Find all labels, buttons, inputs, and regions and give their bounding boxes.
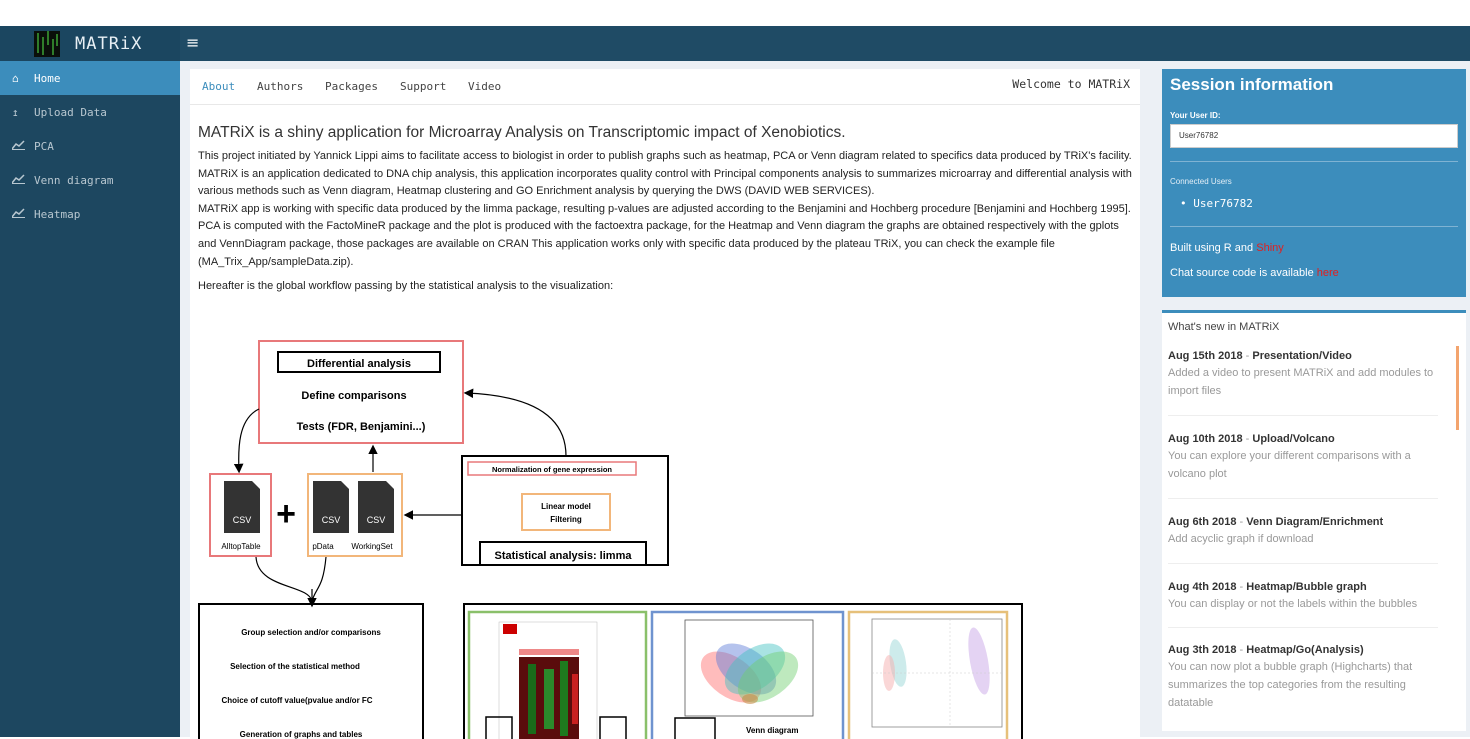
generation-label: Generation of graphs and tables	[240, 730, 363, 739]
venn-diagram-label: Venn diagram	[746, 726, 798, 735]
tab-authors[interactable]: Authors	[257, 80, 303, 93]
home-icon: ⌂	[12, 71, 19, 85]
sidebar-item-pca[interactable]: PCA	[0, 129, 180, 163]
connected-user-item: • User76782	[1180, 197, 1253, 210]
session-title: Session information	[1170, 75, 1334, 94]
line-chart-icon	[11, 207, 26, 221]
group-selection-label: Group selection and/or comparisons	[241, 628, 381, 637]
csv-file-icon: CSV	[224, 481, 260, 533]
file-label-pdata: pData	[312, 542, 334, 551]
about-paragraph: MATRiX app is working with specific data…	[198, 202, 1131, 268]
tab-bar: About Authors Packages Support Video Wel…	[190, 69, 1140, 105]
file-label-alltoptable: AlltopTable	[221, 542, 261, 551]
svg-text:CSV: CSV	[233, 515, 252, 525]
logo-area[interactable]: MATRiX	[0, 26, 180, 61]
whats-new-panel: What's new in MATRiX Aug 15th 2018 - Pre…	[1162, 310, 1466, 731]
about-paragraph: MATRiX is an application dedicated to DN…	[198, 167, 1132, 198]
scrollbar-thumb[interactable]	[1456, 346, 1459, 430]
filtering-label: Filtering	[550, 515, 582, 524]
session-information-box: Session information Your User ID: User76…	[1162, 69, 1466, 297]
sidebar-item-label: Venn diagram	[34, 173, 114, 187]
svg-text:CSV: CSV	[367, 515, 386, 525]
svg-text:CSV: CSV	[322, 515, 341, 525]
shiny-link[interactable]: Shiny	[1256, 242, 1284, 254]
user-id-label: Your User ID:	[1170, 111, 1221, 120]
hamburger-icon[interactable]: ≡	[186, 33, 199, 52]
venn-diagram-thumbnail: Venn diagram	[674, 619, 814, 739]
heatmap-thumbnail	[485, 621, 627, 739]
diff-analysis-title: Differential analysis	[307, 358, 411, 370]
news-item: Aug 6th 2018 - Venn Diagram/Enrichment A…	[1168, 516, 1384, 545]
here-link[interactable]: here	[1317, 267, 1339, 279]
app-title: MATRiX	[75, 33, 143, 54]
main-panel: About Authors Packages Support Video Wel…	[190, 69, 1140, 739]
sidebar-item-venn-diagram[interactable]: Venn diagram	[0, 163, 180, 197]
define-comparisons: Define comparisons	[301, 390, 406, 402]
line-chart-icon	[11, 139, 26, 153]
tab-about[interactable]: About	[202, 80, 235, 93]
tab-support[interactable]: Support	[400, 80, 446, 93]
csv-file-icon: CSV	[358, 481, 394, 533]
top-header: MATRiX ≡	[0, 26, 1470, 61]
welcome-text: Welcome to MATRiX	[1012, 77, 1130, 91]
upload-icon: ↥	[12, 105, 19, 119]
workflow-diagram: Differential analysis Define comparisons…	[198, 340, 1023, 739]
divider	[1168, 498, 1438, 499]
linear-model-label: Linear model	[541, 502, 591, 511]
about-paragraph: This project initiated by Yannick Lippi …	[198, 150, 1132, 162]
tests-label: Tests (FDR, Benjamini...)	[297, 421, 426, 433]
normalization-label: Normalization of gene expression	[492, 465, 612, 474]
matrix-logo-icon	[34, 30, 60, 57]
divider	[1168, 627, 1438, 628]
sidebar-item-label: Upload Data	[34, 105, 107, 119]
divider	[1170, 226, 1458, 227]
tab-packages[interactable]: Packages	[325, 80, 378, 93]
news-item: Aug 4th 2018 - Heatmap/Bubble graph You …	[1168, 581, 1418, 610]
cutoff-label: Choice of cutoff value(pvalue and/or FC	[221, 696, 372, 705]
chat-source-text: Chat source code is available here	[1170, 267, 1339, 279]
divider	[1168, 415, 1438, 416]
sidebar-item-label: Home	[34, 71, 61, 85]
sidebar-item-upload-data[interactable]: ↥ Upload Data	[0, 95, 180, 129]
about-paragraph: Hereafter is the global workflow passing…	[198, 280, 614, 293]
whats-new-title: What's new in MATRiX	[1168, 321, 1280, 333]
divider	[1168, 563, 1438, 564]
pca-thumbnail	[871, 618, 1003, 728]
about-heading: MATRiX is a shiny application for Microa…	[198, 124, 846, 141]
stat-analysis-label: Statistical analysis: limma	[495, 550, 633, 562]
plus-sign: +	[276, 495, 296, 533]
connected-users-label: Connected Users	[1170, 177, 1232, 186]
top-whitespace	[0, 0, 1470, 26]
sidebar: ⌂ Home ↥ Upload Data PCA Venn diagram He…	[0, 61, 180, 737]
csv-file-icon: CSV	[313, 481, 349, 533]
sidebar-item-home[interactable]: ⌂ Home	[0, 61, 180, 95]
tab-video[interactable]: Video	[468, 80, 501, 93]
built-using-text: Built using R and Shiny	[1170, 242, 1284, 254]
news-item: Aug 3th 2018 - Heatmap/Go(Analysis) You …	[1168, 644, 1413, 709]
news-item: Aug 15th 2018 - Presentation/Video Added…	[1168, 350, 1434, 397]
news-item: Aug 10th 2018 - Upload/Volcano You can e…	[1168, 433, 1411, 480]
sidebar-item-heatmap[interactable]: Heatmap	[0, 197, 180, 231]
user-id-field[interactable]: User76782	[1170, 124, 1458, 148]
file-label-workingset: WorkingSet	[351, 542, 393, 551]
line-chart-icon	[11, 173, 26, 187]
sidebar-item-label: Heatmap	[34, 207, 81, 221]
about-section: MATRiX is a shiny application for Microa…	[198, 124, 1133, 296]
sidebar-item-label: PCA	[34, 139, 54, 153]
divider	[1170, 161, 1458, 162]
statistical-method-label: Selection of the statistical method	[230, 662, 360, 671]
